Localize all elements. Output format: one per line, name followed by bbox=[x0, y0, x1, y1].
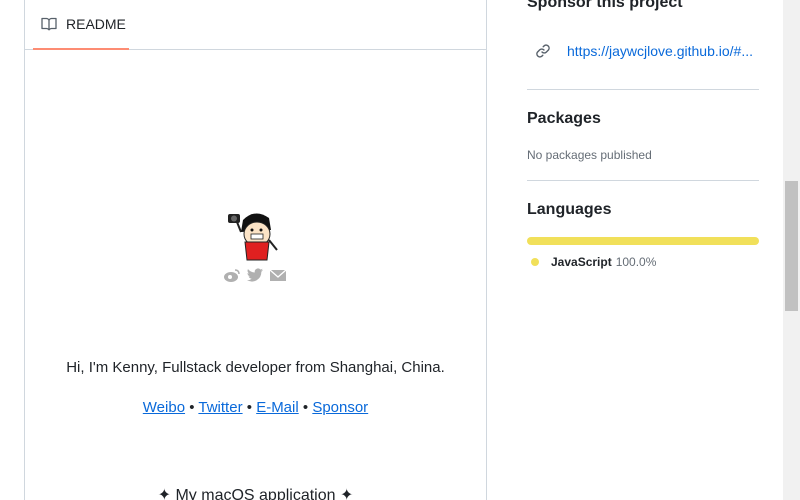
link-icon bbox=[535, 43, 551, 59]
avatar-illustration bbox=[223, 206, 287, 262]
weibo-icon[interactable] bbox=[223, 267, 241, 283]
readme-card: README Hi, I'm Kenny, Fullstack develope… bbox=[24, 0, 487, 500]
language-name: JavaScript bbox=[551, 255, 612, 269]
email-link[interactable]: E-Mail bbox=[256, 399, 299, 416]
sponsor-section-title: Sponsor this project bbox=[527, 0, 683, 11]
page-scrollbar[interactable] bbox=[783, 0, 800, 500]
packages-empty-text: No packages published bbox=[527, 148, 652, 162]
page: README Hi, I'm Kenny, Fullstack develope… bbox=[0, 0, 800, 500]
scrollbar-thumb[interactable] bbox=[785, 181, 798, 311]
tab-readme[interactable]: README bbox=[33, 0, 129, 50]
intro-text: Hi, I'm Kenny, Fullstack developer from … bbox=[66, 359, 445, 376]
sidebar-divider bbox=[527, 180, 759, 181]
macos-app-heading: ✦ My macOS application ✦ bbox=[157, 487, 354, 500]
language-item-javascript[interactable]: JavaScript 100.0% bbox=[527, 255, 656, 269]
packages-section-title: Packages bbox=[527, 110, 601, 127]
languages-section-title: Languages bbox=[527, 201, 612, 218]
weibo-link[interactable]: Weibo bbox=[143, 399, 185, 416]
social-icons bbox=[223, 267, 287, 287]
link-separator: • bbox=[189, 399, 195, 416]
twitter-link[interactable]: Twitter bbox=[198, 399, 242, 416]
languages-bar bbox=[527, 237, 759, 245]
social-links: Weibo • Twitter • E-Mail • Sponsor bbox=[25, 399, 486, 416]
twitter-icon[interactable] bbox=[246, 267, 264, 283]
sponsor-link[interactable]: Sponsor bbox=[312, 399, 368, 416]
readme-header: README bbox=[25, 0, 486, 50]
sidebar-divider bbox=[527, 89, 759, 90]
mail-icon[interactable] bbox=[269, 267, 287, 283]
link-separator: • bbox=[302, 399, 309, 416]
sponsor-url[interactable]: https://jaywcjlove.github.io/#... bbox=[567, 43, 753, 59]
tab-readme-label: README bbox=[66, 16, 126, 32]
sponsor-url-row: https://jaywcjlove.github.io/#... bbox=[527, 40, 759, 62]
language-percent: 100.0% bbox=[615, 255, 657, 269]
book-icon bbox=[41, 16, 57, 32]
link-separator: • bbox=[246, 399, 253, 416]
language-color-dot bbox=[531, 258, 539, 266]
